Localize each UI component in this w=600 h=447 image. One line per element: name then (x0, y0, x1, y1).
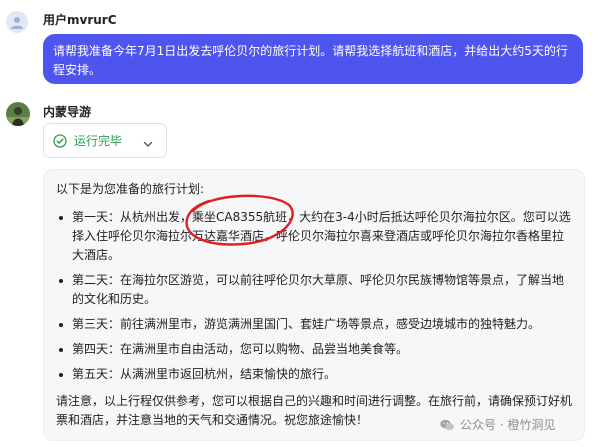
itinerary-day-2: 第二天：在海拉尔区游览，可以前往呼伦贝尔大草原、呼伦贝尔民族博物馆等景点，了解当… (56, 271, 572, 309)
wechat-icon (439, 417, 455, 433)
chat-page: 用户mvrurC 请帮我准备今年7月1日出发去呼伦贝尔的旅行计划。请帮我选择航班… (0, 0, 600, 447)
itinerary-day-3: 第三天：前往满洲里市，游览满洲里国门、套娃广场等景点，感受边境城市的独特魅力。 (56, 315, 572, 334)
reply-intro: 以下是为您准备的旅行计划: (56, 182, 205, 196)
user-avatar (6, 11, 28, 33)
person-icon (11, 17, 23, 29)
bot-reply-card: 以下是为您准备的旅行计划: 第一天：从杭州出发，乘坐CA8355航班，大约在3-… (43, 169, 585, 441)
chevron-down-icon (142, 135, 154, 154)
itinerary-day-4: 第四天：在满洲里市自由活动，您可以购物、品尝当地美食等。 (56, 340, 572, 359)
itinerary-day-1: 第一天：从杭州出发，乘坐CA8355航班，大约在3-4小时后抵达呼伦贝尔海拉尔区… (56, 208, 572, 265)
itinerary-day-5: 第五天：从满洲里市返回杭州，结束愉快的旅行。 (56, 365, 572, 384)
user-message-bubble: 请帮我准备今年7月1日出发去呼伦贝尔的旅行计划。请帮我选择航班和酒店，并给出大约… (43, 34, 583, 84)
bot-avatar (6, 102, 30, 126)
itinerary-list: 第一天：从杭州出发，乘坐CA8355航班，大约在3-4小时后抵达呼伦贝尔海拉尔区… (56, 208, 572, 384)
watermark-text: 公众号 · 橙竹洞见 (460, 418, 556, 432)
check-circle-icon (53, 133, 67, 148)
run-status-label: 运行完毕 (74, 134, 123, 148)
watermark: 公众号 · 橙竹洞见 (436, 415, 559, 434)
run-status-toggle[interactable]: 运行完毕 (43, 123, 167, 158)
bot-avatar-image (6, 102, 30, 126)
user-name: 用户mvrurC (43, 13, 117, 27)
bot-name: 内蒙导游 (43, 105, 92, 119)
